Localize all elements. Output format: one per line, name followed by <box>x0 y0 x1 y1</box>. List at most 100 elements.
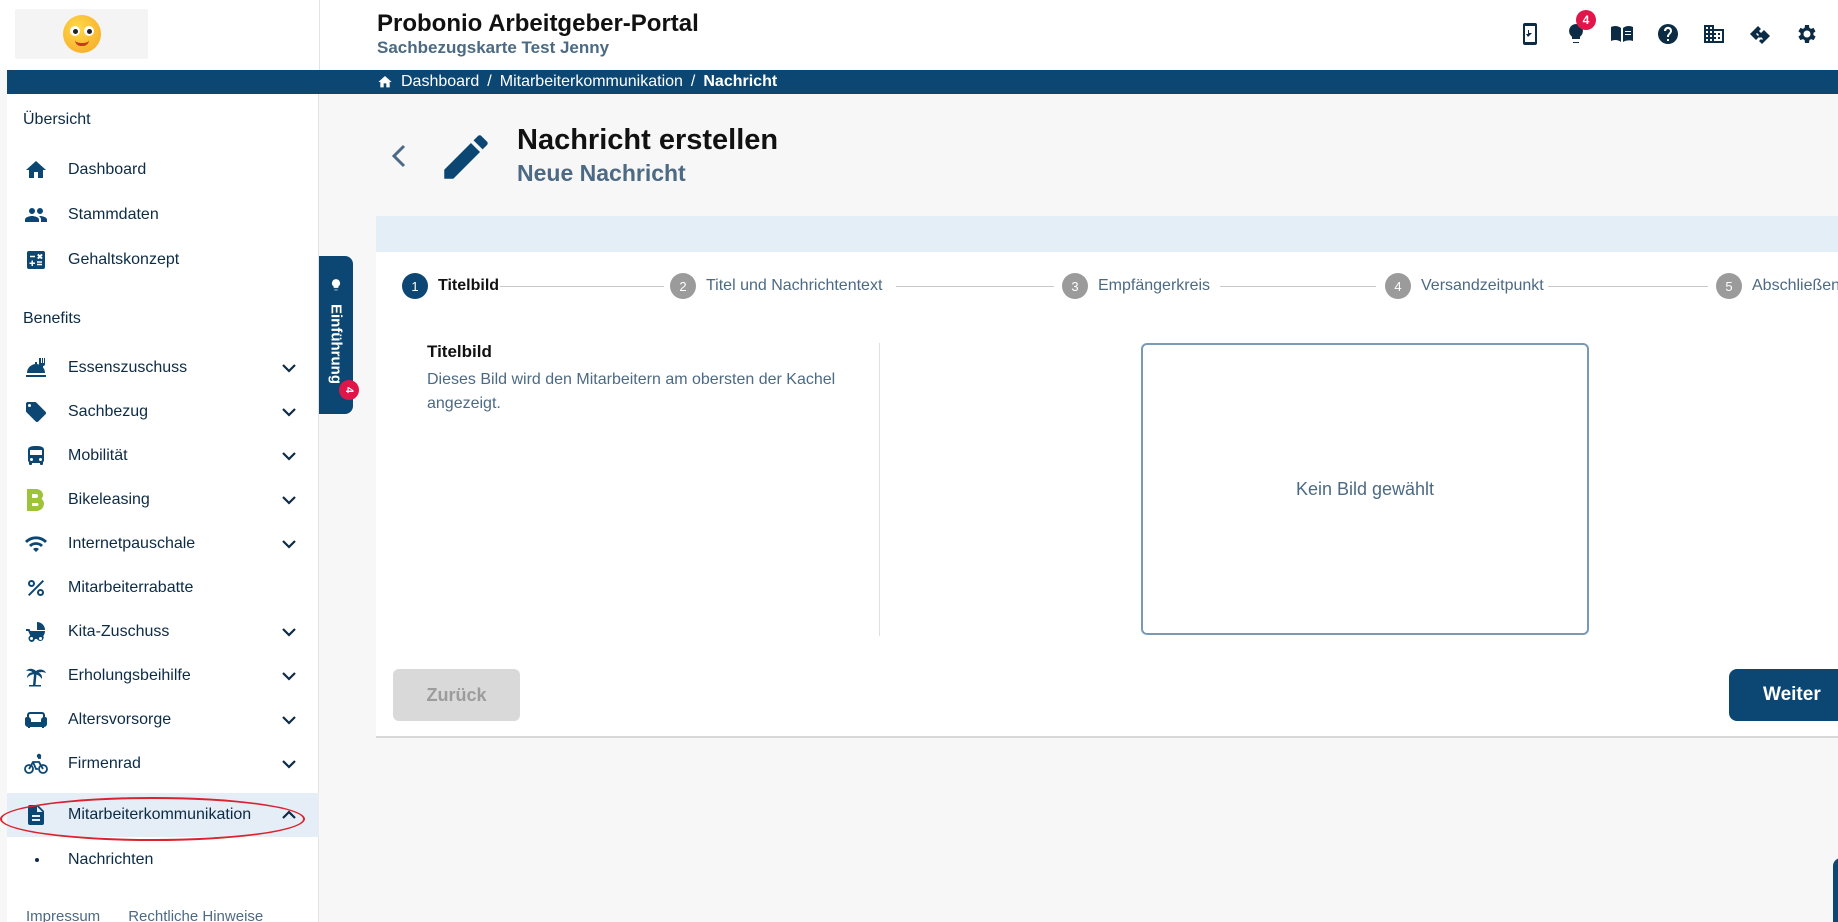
sidebar-item-label: Mitarbeiterrabatte <box>68 579 194 596</box>
wifi-icon <box>23 531 49 557</box>
home-icon <box>23 157 49 183</box>
breadcrumb-mitarbeiterkommunikation[interactable]: Mitarbeiterkommunikation <box>500 73 683 91</box>
palm-tree-icon <box>23 663 49 689</box>
sidebar-item-stammdaten[interactable]: Stammdaten <box>7 193 319 237</box>
step-label: Titel und Nachrichtentext <box>706 277 883 294</box>
chevron-down-icon[interactable] <box>279 402 299 422</box>
image-upload-area[interactable]: Kein Bild gewählt <box>1141 343 1589 635</box>
step-versandzeitpunkt[interactable]: 4 Versandzeitpunkt <box>1385 273 1544 299</box>
smiley-logo-icon <box>62 15 101 53</box>
sidebar-item-mobilitaet[interactable]: Mobilität <box>7 434 319 478</box>
step-connector <box>1220 286 1376 287</box>
step-titelbild[interactable]: 1 Titelbild <box>402 273 499 299</box>
back-button[interactable]: Zurück <box>393 669 520 721</box>
sidebar-item-firmenrad[interactable]: Firmenrad <box>7 742 319 786</box>
sofa-icon <box>23 707 49 733</box>
breadcrumb-separator: / <box>487 73 492 90</box>
page-title: Nachricht erstellen <box>517 124 779 156</box>
step-connector <box>500 286 664 287</box>
next-button[interactable]: Weiter <box>1729 669 1838 721</box>
food-icon <box>23 355 49 381</box>
section-description: Dieses Bild wird den Mitarbeitern am obe… <box>427 371 836 412</box>
sidebar-subitem-nachrichten[interactable]: Nachrichten <box>7 843 319 877</box>
step-label: Abschließen <box>1752 277 1838 294</box>
impressum-link[interactable]: Impressum <box>26 908 100 922</box>
sidebar-item-kita-zuschuss[interactable]: Kita-Zuschuss <box>7 610 319 654</box>
breadcrumb-current: Nachricht <box>703 73 778 90</box>
portal-title: Probonio Arbeitgeber-Portal <box>377 10 699 37</box>
chevron-down-icon[interactable] <box>279 622 299 642</box>
sidebar-item-gehaltskonzept[interactable]: Gehaltskonzept <box>7 238 319 282</box>
bus-icon <box>23 443 49 469</box>
sidebar-item-essenszuschuss[interactable]: Essenszuschuss <box>7 346 319 390</box>
step-abschliessen[interactable]: 5 Abschließen <box>1716 273 1838 299</box>
percent-icon <box>23 575 49 601</box>
book-icon[interactable] <box>1608 20 1636 48</box>
step-label: Empfängerkreis <box>1098 277 1211 294</box>
chevron-down-icon[interactable] <box>279 754 299 774</box>
sidebar-heading-overview: Übersicht <box>23 111 91 128</box>
sidebar-item-label: Firmenrad <box>68 755 141 772</box>
sidebar-item-internetpauschale[interactable]: Internetpauschale <box>7 522 319 566</box>
breadcrumb-dashboard[interactable]: Dashboard <box>401 73 479 91</box>
sidebar-item-label: Gehaltskonzept <box>68 251 180 268</box>
home-icon <box>378 76 392 88</box>
stepper: 1 Titelbild 2 Titel und Nachrichtentext … <box>402 273 1838 299</box>
mobile-share-icon[interactable] <box>1516 20 1544 48</box>
step-number: 4 <box>1385 273 1411 299</box>
chat-widget-edge[interactable] <box>1833 858 1838 922</box>
header-icon-bar: 4 <box>1516 10 1820 48</box>
page-subtitle: Neue Nachricht <box>517 160 686 186</box>
sidebar-item-label: Sachbezug <box>68 403 149 420</box>
message-wizard-card: 1 Titelbild 2 Titel und Nachrichtentext … <box>376 216 1838 738</box>
sidebar-item-dashboard[interactable]: Dashboard <box>7 148 319 192</box>
people-icon <box>23 202 49 228</box>
sidebar-item-mitarbeiterrabatte[interactable]: Mitarbeiterrabatte <box>7 566 319 610</box>
breadcrumb-bar: Dashboard / Mitarbeiterkommunikation / N… <box>7 70 1838 94</box>
sidebar-item-label: Altersvorsorge <box>68 711 172 728</box>
step-empfaengerkreis[interactable]: 3 Empfängerkreis <box>1062 273 1210 299</box>
section-title: Titelbild <box>427 342 492 361</box>
sidebar-item-bikeleasing[interactable]: Bikeleasing <box>7 478 319 522</box>
building-icon[interactable] <box>1700 20 1728 48</box>
cyclist-icon <box>23 751 49 777</box>
sidebar-item-label: Essenszuschuss <box>68 359 188 376</box>
company-logo[interactable] <box>15 9 148 59</box>
back-arrow-icon[interactable] <box>387 142 411 170</box>
lightbulb-icon <box>329 278 343 292</box>
sidebar-item-label: Erholungsbeihilfe <box>68 667 191 684</box>
sidebar-item-label: Stammdaten <box>68 206 159 223</box>
sidebar-heading-benefits: Benefits <box>23 310 81 327</box>
step-connector <box>896 286 1054 287</box>
chevron-down-icon[interactable] <box>279 446 299 466</box>
chevron-down-icon[interactable] <box>279 358 299 378</box>
sidebar-item-altersvorsorge[interactable]: Altersvorsorge <box>7 698 319 742</box>
calculator-icon <box>23 247 49 273</box>
sidebar-item-label: Mobilität <box>68 447 128 464</box>
sidebar-item-label: Dashboard <box>68 161 147 178</box>
sidebar-item-label: Internetpauschale <box>68 535 196 552</box>
step-label: Titelbild <box>438 277 500 294</box>
chevron-down-icon[interactable] <box>279 534 299 554</box>
sidebar-item-label: Bikeleasing <box>68 491 150 508</box>
lightbulb-icon[interactable]: 4 <box>1562 10 1596 48</box>
intro-tab-badge: 4 <box>339 380 359 400</box>
help-icon[interactable] <box>1654 20 1682 48</box>
chevron-down-icon[interactable] <box>279 666 299 686</box>
step-label: Versandzeitpunkt <box>1421 277 1544 294</box>
stroller-icon <box>23 619 49 645</box>
breadcrumb: Dashboard / Mitarbeiterkommunikation / N… <box>377 73 777 91</box>
intro-tab[interactable]: Einführung 4 <box>319 256 359 414</box>
notification-badge: 4 <box>1576 10 1596 30</box>
column-divider <box>879 343 880 636</box>
legal-notes-link[interactable]: Rechtliche Hinweise <box>128 908 263 922</box>
gear-icon[interactable] <box>1792 20 1820 48</box>
sidebar-item-erholungsbeihilfe[interactable]: Erholungsbeihilfe <box>7 654 319 698</box>
chevron-down-icon[interactable] <box>279 490 299 510</box>
handshake-icon[interactable] <box>1746 20 1774 48</box>
breadcrumb-separator: / <box>690 73 696 90</box>
sidebar-item-sachbezug[interactable]: Sachbezug <box>7 390 319 434</box>
step-number: 5 <box>1716 273 1742 299</box>
chevron-down-icon[interactable] <box>279 710 299 730</box>
step-titel-nachrichtentext[interactable]: 2 Titel und Nachrichtentext <box>670 273 882 299</box>
